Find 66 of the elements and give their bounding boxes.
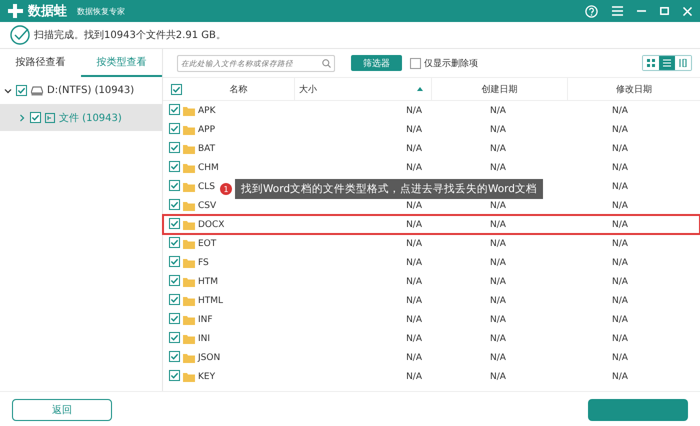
app-logo: 数据蛙 bbox=[28, 3, 67, 20]
table-cell: N/A bbox=[612, 220, 628, 230]
file-type-name: HTM bbox=[198, 276, 218, 286]
file-type-name: EOT bbox=[198, 238, 216, 248]
table-cell: N/A bbox=[612, 238, 628, 248]
table-cell: N/A bbox=[406, 124, 422, 134]
table-cell: N/A bbox=[490, 200, 506, 210]
table-cell: N/A bbox=[490, 144, 506, 154]
table-cell: N/A bbox=[406, 200, 422, 210]
table-cell: N/A bbox=[490, 162, 506, 172]
table-cell: N/A bbox=[406, 238, 422, 248]
table-cell: N/A bbox=[490, 334, 506, 344]
table-cell: N/A bbox=[490, 106, 506, 116]
table-cell: N/A bbox=[406, 334, 422, 344]
file-type-name: DOCX bbox=[198, 220, 224, 230]
file-type-name: INF bbox=[198, 314, 213, 324]
table-cell: N/A bbox=[612, 352, 628, 362]
app-subtitle: 数据恢复专家 bbox=[77, 6, 125, 16]
table-cell: N/A bbox=[612, 258, 628, 268]
table-cell: N/A bbox=[490, 372, 506, 382]
file-type-name: APP bbox=[198, 124, 216, 134]
file-type-name: JSON bbox=[198, 352, 220, 362]
table-cell: N/A bbox=[490, 238, 506, 248]
file-type-name: CSV bbox=[198, 200, 216, 210]
table-cell: N/A bbox=[406, 106, 422, 116]
table-cell: N/A bbox=[490, 124, 506, 134]
table-cell: N/A bbox=[612, 182, 628, 192]
file-type-name: CHM bbox=[198, 162, 219, 172]
table-cell: N/A bbox=[612, 334, 628, 344]
file-type-name: FS bbox=[198, 258, 209, 268]
table-cell: N/A bbox=[490, 258, 506, 268]
table-cell: N/A bbox=[612, 372, 628, 382]
table-cell: N/A bbox=[406, 162, 422, 172]
table-cell: N/A bbox=[490, 220, 506, 230]
table-cell: N/A bbox=[612, 162, 628, 172]
table-cell: N/A bbox=[612, 144, 628, 154]
file-type-name: KEY bbox=[198, 372, 216, 382]
table-cell: N/A bbox=[612, 106, 628, 116]
tree-label: D:(NTFS) (10943) bbox=[47, 85, 134, 96]
table-cell: N/A bbox=[406, 296, 422, 306]
table-cell: N/A bbox=[612, 124, 628, 134]
file-type-name: CLS bbox=[198, 182, 216, 192]
table-cell: N/A bbox=[490, 314, 506, 324]
table-cell: N/A bbox=[612, 296, 628, 306]
table-cell: N/A bbox=[406, 258, 422, 268]
tree-label: 文件 (10943) bbox=[59, 112, 122, 124]
table-cell: N/A bbox=[612, 200, 628, 210]
table-cell: N/A bbox=[406, 276, 422, 286]
table-cell: N/A bbox=[490, 276, 506, 286]
step-badge: 1 bbox=[220, 183, 232, 195]
file-type-name: APK bbox=[198, 106, 216, 116]
table-cell: N/A bbox=[406, 314, 422, 324]
table-cell: N/A bbox=[490, 352, 506, 362]
file-type-name: BAT bbox=[198, 144, 216, 154]
tooltip: 找到Word文档的文件类型格式，点进去寻找丢失的Word文档 bbox=[235, 179, 543, 199]
file-type-name: INI bbox=[198, 334, 210, 344]
table-cell: N/A bbox=[612, 314, 628, 324]
checkbox-label: 仅显示删除项 bbox=[424, 58, 478, 70]
table-cell: N/A bbox=[612, 276, 628, 286]
scan-status: 扫描完成。找到10943个文件共2.91 GB。 bbox=[34, 28, 226, 42]
table-cell: N/A bbox=[406, 144, 422, 154]
table-cell: N/A bbox=[406, 220, 422, 230]
table-cell: N/A bbox=[490, 296, 506, 306]
file-type-name: HTML bbox=[198, 296, 224, 306]
table-cell: N/A bbox=[406, 352, 422, 362]
table-cell: N/A bbox=[406, 372, 422, 382]
